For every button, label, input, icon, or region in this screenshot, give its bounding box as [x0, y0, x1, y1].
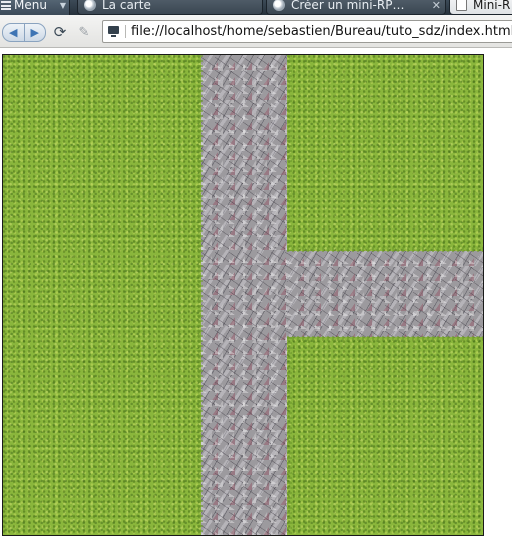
page-icon: [84, 0, 96, 11]
local-file-icon[interactable]: [108, 25, 126, 38]
stone-path-branch-east: [287, 251, 483, 337]
stone-path-vertical: [201, 55, 287, 535]
tab-strip: Menu ▼ La carte Créer un mini-RP… ✕ Mini…: [0, 0, 512, 15]
tab-label: La carte: [102, 0, 151, 12]
tab-label: Créer un mini-RP…: [291, 0, 405, 12]
tab-mini-rp[interactable]: Mini-R: [449, 0, 512, 15]
navigation-toolbar: ◀ ▶ ⟳ ✎ file://localhost/home/sebastien/…: [0, 15, 512, 48]
grass-edge: [287, 337, 292, 535]
grass-edge: [197, 55, 203, 535]
grass-edge: [287, 55, 292, 251]
tab-la-carte[interactable]: La carte: [77, 0, 263, 15]
close-icon[interactable]: ✕: [432, 0, 441, 14]
menu-button[interactable]: Menu ▼: [0, 0, 70, 15]
grass-edge: [287, 247, 483, 252]
chevron-down-icon: ▼: [59, 1, 66, 10]
menu-label: Menu: [14, 0, 47, 12]
forward-arrow-icon[interactable]: ▶: [23, 24, 46, 41]
url-text[interactable]: file://localhost/home/sebastien/Bureau/t…: [131, 24, 512, 39]
menu-icon: [1, 1, 11, 10]
back-forward-group: ◀ ▶: [2, 23, 46, 42]
game-map[interactable]: [2, 54, 484, 536]
tab-label: Mini-R: [473, 0, 511, 12]
reload-icon[interactable]: ⟳: [52, 23, 68, 41]
page-icon: [273, 0, 285, 11]
tab-creer-mini-rp[interactable]: Créer un mini-RP… ✕: [266, 0, 446, 15]
back-arrow-icon[interactable]: ◀: [3, 24, 24, 41]
edit-icon[interactable]: ✎: [76, 24, 92, 40]
page-content: [0, 48, 512, 549]
grass-edge: [287, 336, 483, 341]
document-icon: [456, 0, 467, 11]
address-bar[interactable]: file://localhost/home/sebastien/Bureau/t…: [102, 20, 512, 43]
